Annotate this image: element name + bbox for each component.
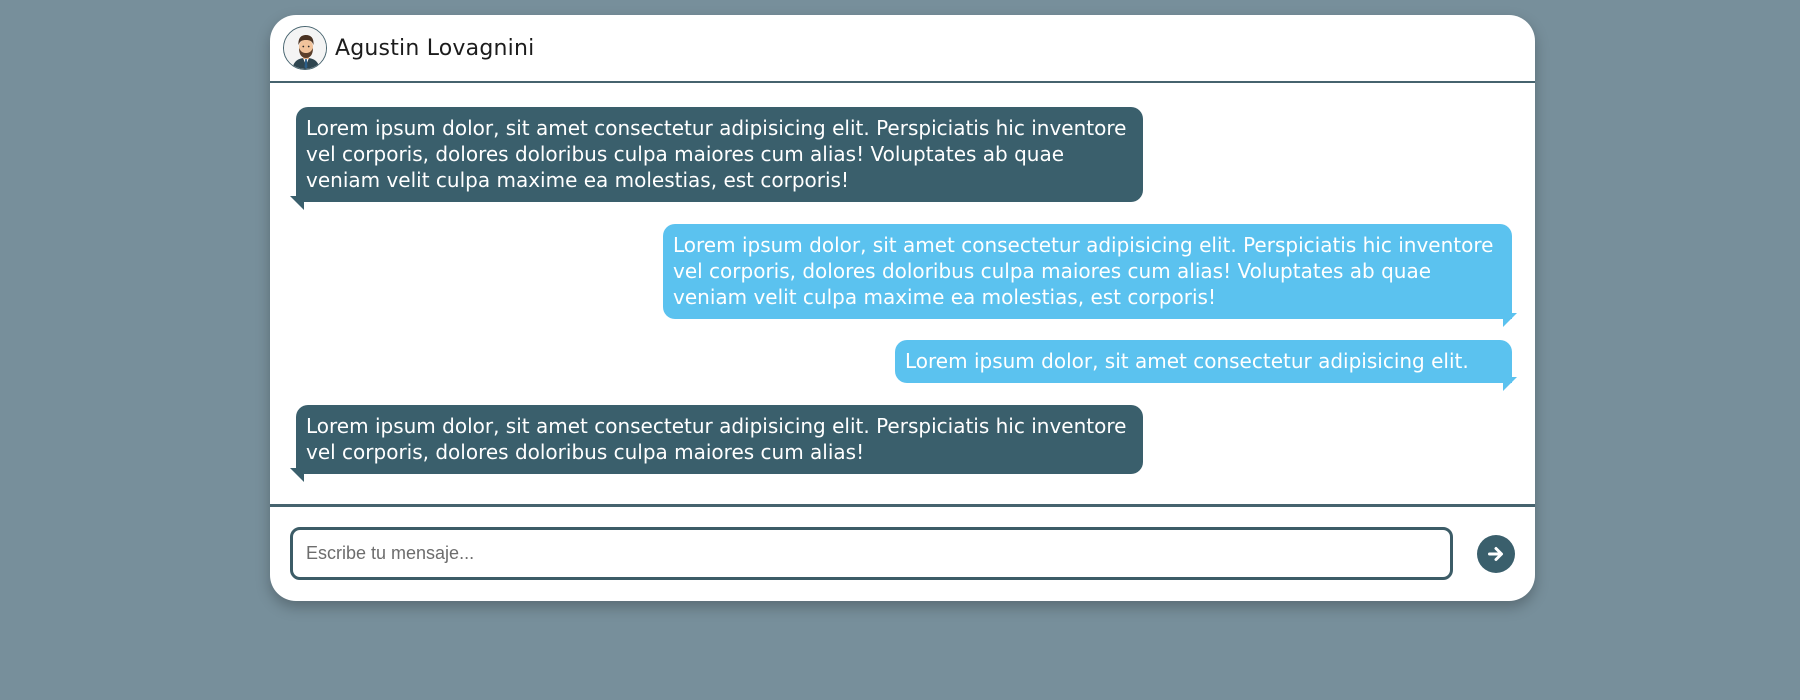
message-text: Lorem ipsum dolor, sit amet consectetur …: [905, 349, 1469, 373]
contact-name: Agustin Lovagnini: [335, 35, 535, 61]
send-button[interactable]: [1477, 535, 1515, 573]
message-sent: Lorem ipsum dolor, sit amet consectetur …: [895, 340, 1517, 391]
arrow-right-icon: [1488, 547, 1503, 561]
message-received: Lorem ipsum dolor, sit amet consectetur …: [290, 107, 1143, 210]
message-text: Lorem ipsum dolor, sit amet consectetur …: [673, 233, 1494, 309]
message-received: Lorem ipsum dolor, sit amet consectetur …: [290, 405, 1143, 482]
user-avatar-icon[interactable]: [283, 26, 327, 70]
bubble-tail: [290, 196, 304, 210]
message-text: Lorem ipsum dolor, sit amet consectetur …: [306, 414, 1127, 464]
message-list: Lorem ipsum dolor, sit amet consectetur …: [270, 83, 1535, 518]
chat-header: Agustin Lovagnini: [270, 15, 1535, 83]
message-sent: Lorem ipsum dolor, sit amet consectetur …: [663, 224, 1517, 327]
bubble-tail: [290, 468, 304, 482]
message-composer: [270, 504, 1535, 601]
message-text: Lorem ipsum dolor, sit amet consectetur …: [306, 116, 1127, 192]
bubble-tail: [1503, 313, 1517, 327]
message-input-frame: [290, 527, 1453, 580]
bubble-tail: [1503, 377, 1517, 391]
chat-window: Agustin Lovagnini Lorem ipsum dolor, sit…: [270, 15, 1535, 601]
message-input[interactable]: [293, 530, 1450, 577]
